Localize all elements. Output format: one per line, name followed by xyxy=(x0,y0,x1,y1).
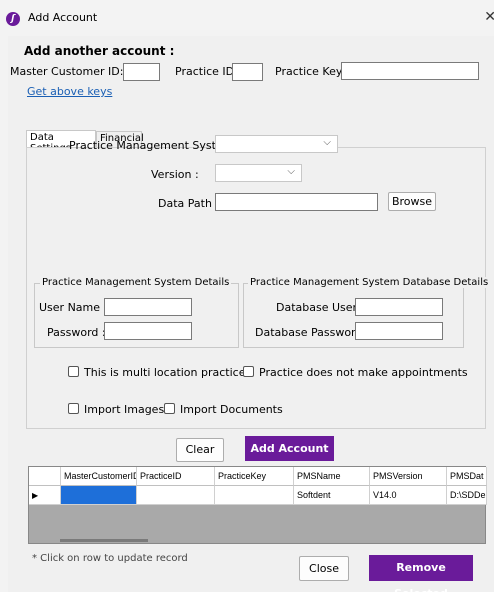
window-title: Add Account xyxy=(28,11,98,24)
app-logo-icon: ʃ xyxy=(6,12,20,26)
clear-button[interactable]: Clear xyxy=(176,438,224,462)
table-cell-master-customer-id[interactable] xyxy=(61,486,137,505)
chevron-down-icon: ⌵ xyxy=(287,166,295,177)
form-heading: Add another account : xyxy=(24,44,175,58)
practice-id-label: Practice ID: xyxy=(175,65,238,78)
db-password-label: Database Password : xyxy=(255,326,370,339)
table-cell-pms-version[interactable]: V14.0 xyxy=(370,486,447,505)
password-label: Password : xyxy=(47,326,106,339)
db-user-label: Database User : xyxy=(276,301,365,314)
get-keys-link[interactable]: Get above keys xyxy=(27,85,112,98)
table-cell-pms-name[interactable]: Softdent xyxy=(294,486,370,505)
no-appointments-checkbox[interactable] xyxy=(243,366,254,377)
master-customer-id-label: Master Customer ID: xyxy=(10,65,124,78)
chevron-down-icon: ⌵ xyxy=(323,137,331,148)
browse-button[interactable]: Browse xyxy=(388,192,436,211)
username-input[interactable] xyxy=(104,298,192,316)
multi-location-checkbox[interactable] xyxy=(68,366,79,377)
grid-corner-header xyxy=(29,467,61,486)
data-path-label: Data Path : xyxy=(158,197,220,210)
grid-column-header[interactable]: PracticeID xyxy=(137,467,215,486)
close-button[interactable]: Close xyxy=(299,556,349,581)
db-user-input[interactable] xyxy=(355,298,443,316)
grid-column-header[interactable]: PracticeKey xyxy=(215,467,294,486)
master-customer-id-input[interactable] xyxy=(123,63,160,81)
grid-column-header[interactable]: PMSVersion xyxy=(370,467,447,486)
no-appointments-label: Practice does not make appointments xyxy=(259,366,468,379)
practice-key-input[interactable] xyxy=(341,62,479,80)
add-account-button[interactable]: Add Account xyxy=(245,436,334,461)
grid-column-header[interactable]: MasterCustomerID xyxy=(61,467,137,486)
db-password-input[interactable] xyxy=(355,322,443,340)
import-documents-checkbox[interactable] xyxy=(164,403,175,414)
grid-horizontal-scrollbar[interactable] xyxy=(60,539,148,542)
table-cell-practice-id[interactable] xyxy=(137,486,215,505)
import-images-checkbox[interactable] xyxy=(68,403,79,414)
version-select[interactable]: ⌵ xyxy=(215,164,302,182)
practice-key-label: Practice Key: xyxy=(275,65,346,78)
table-cell-practice-key[interactable] xyxy=(215,486,294,505)
multi-location-label: This is multi location practice xyxy=(84,366,246,379)
row-selector-arrow-icon[interactable]: ▶ xyxy=(29,486,61,505)
pms-details-legend: Practice Management System Details xyxy=(40,277,232,288)
grid-column-header[interactable]: PMSDat xyxy=(447,467,487,486)
db-details-legend: Practice Management System Database Deta… xyxy=(248,277,491,288)
import-images-label: Import Images xyxy=(84,403,165,416)
table-cell-pms-data[interactable]: D:\SDDe xyxy=(447,486,487,505)
import-documents-label: Import Documents xyxy=(180,403,283,416)
data-path-input[interactable] xyxy=(215,193,378,211)
version-label: Version : xyxy=(151,168,199,181)
update-hint: * Click on row to update record xyxy=(32,553,188,564)
accounts-grid[interactable]: MasterCustomerID PracticeID PracticeKey … xyxy=(28,466,487,544)
close-icon[interactable]: ✕ xyxy=(484,9,494,25)
practice-id-input[interactable] xyxy=(232,63,263,81)
pms-select[interactable]: ⌵ xyxy=(215,135,338,153)
window-left-edge xyxy=(0,36,8,592)
username-label: User Name : xyxy=(39,301,108,314)
grid-column-header[interactable]: PMSName xyxy=(294,467,370,486)
password-input[interactable] xyxy=(104,322,192,340)
remove-selected-button[interactable]: Remove Selected xyxy=(369,555,473,600)
